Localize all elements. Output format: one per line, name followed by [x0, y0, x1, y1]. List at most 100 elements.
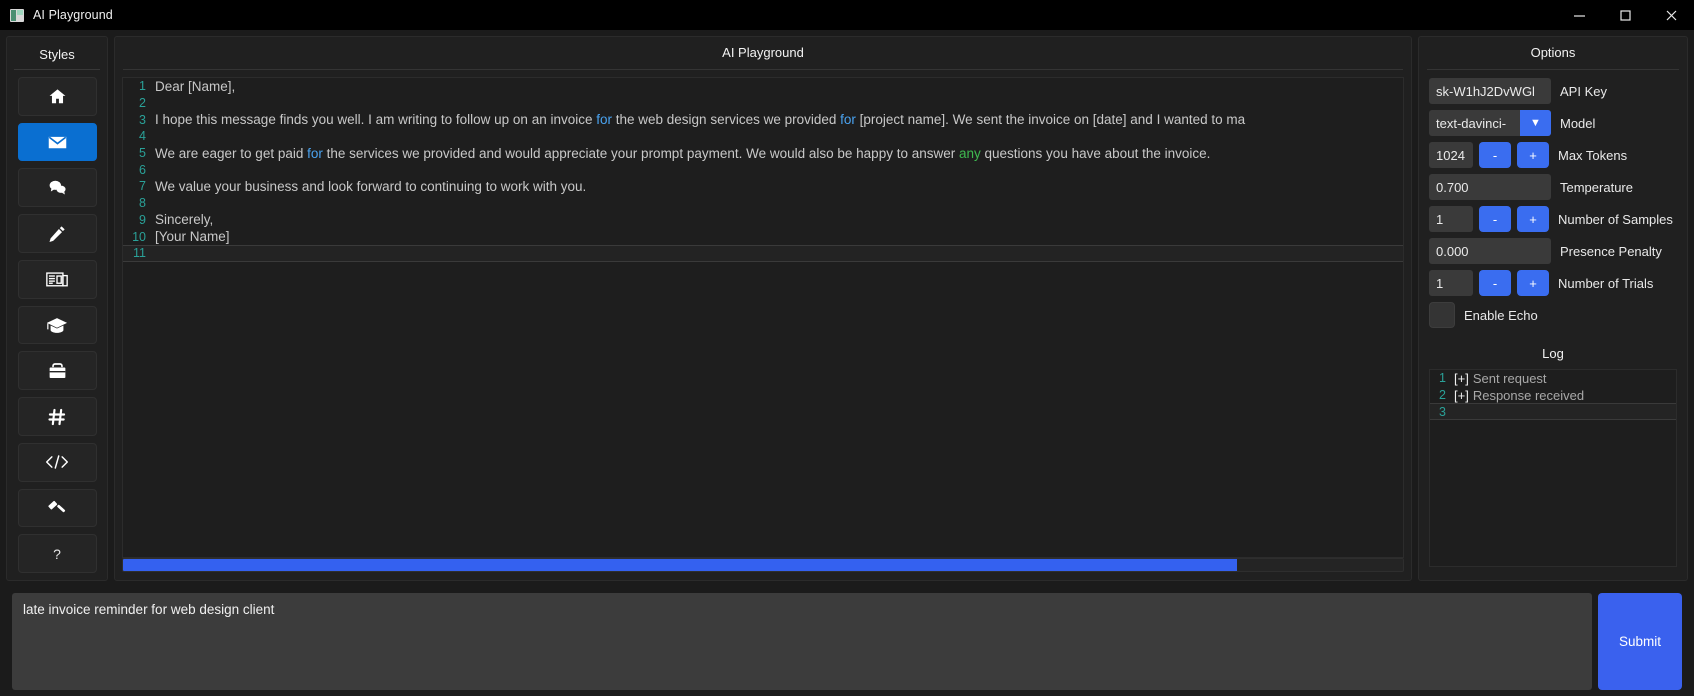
log-expand-marker[interactable]: [+]: [1454, 371, 1469, 386]
sidebar-item-business[interactable]: [17, 351, 97, 391]
editor-line-number: 9: [139, 212, 146, 227]
window-title: AI Playground: [33, 8, 113, 22]
log-box[interactable]: 1 [+] Sent request 2 [+] Response received 3: [1429, 369, 1677, 567]
log-line-number: 2: [1439, 388, 1446, 403]
sidebar-item-social[interactable]: [17, 397, 97, 436]
editor-line: 1 Dear [Name],: [123, 78, 1403, 95]
submit-button[interactable]: Submit: [1598, 593, 1682, 690]
sidebar-item-help[interactable]: ?: [17, 534, 97, 574]
log-line: 1 [+] Sent request: [1430, 370, 1676, 387]
presence-penalty-input[interactable]: [1429, 238, 1551, 264]
editor-line: 2: [123, 95, 1403, 112]
max-tokens-decrement[interactable]: -: [1479, 142, 1511, 168]
window-titlebar: AI Playground: [0, 0, 1694, 30]
hashtag-icon: [47, 407, 67, 427]
editor-line: 4: [123, 128, 1403, 145]
max-tokens-increment[interactable]: +: [1517, 142, 1549, 168]
prompt-bar: late invoice reminder for web design cli…: [6, 587, 1688, 696]
row-max-tokens: - + Max Tokens: [1429, 142, 1677, 168]
number-of-samples-increment[interactable]: +: [1517, 206, 1549, 232]
row-enable-echo: Enable Echo: [1429, 302, 1677, 328]
sidebar-title: Styles: [39, 47, 75, 62]
editor-line: 8: [123, 195, 1403, 212]
editor-line-text: We value your business and look forward …: [155, 178, 587, 194]
text-editor[interactable]: 1 Dear [Name], 2 3 I hope this message finds…: [122, 77, 1404, 558]
number-of-trials-label: Number of Trials: [1558, 275, 1654, 291]
sidebar-item-write[interactable]: [17, 214, 97, 253]
prompt-input[interactable]: late invoice reminder for web design cli…: [12, 593, 1592, 690]
editor-line-number: 5: [139, 146, 146, 161]
envelope-icon: [47, 132, 68, 153]
log-expand-marker[interactable]: [+]: [1454, 388, 1469, 403]
pencil-icon: [47, 224, 67, 244]
sidebar-item-home[interactable]: [17, 77, 97, 116]
main-columns: Styles ? AI Playground 1 Dear [Name], 2 …: [6, 36, 1688, 581]
row-temperature: Temperature: [1429, 174, 1677, 200]
gavel-icon: [46, 497, 68, 518]
app-icon: [10, 8, 24, 22]
number-of-samples-decrement[interactable]: -: [1479, 206, 1511, 232]
editor-panel: AI Playground 1 Dear [Name], 2 3 I hope this…: [114, 36, 1412, 581]
model-label: Model: [1560, 115, 1596, 131]
model-select[interactable]: ▼: [1429, 110, 1551, 136]
editor-line-number: 10: [132, 229, 146, 244]
temperature-input[interactable]: [1429, 174, 1551, 200]
log-line: 3: [1430, 403, 1676, 421]
enable-echo-label: Enable Echo: [1464, 307, 1538, 323]
api-key-input[interactable]: [1429, 78, 1551, 104]
temperature-label: Temperature: [1560, 179, 1633, 195]
log-line-text: Response received: [1472, 387, 1585, 403]
editor-line-number: 8: [139, 196, 146, 211]
editor-line-number: 1: [139, 79, 146, 94]
sidebar-item-chat[interactable]: [17, 168, 97, 208]
sidebar-divider: [14, 69, 100, 70]
log-line: 2 [+] Response received: [1430, 387, 1676, 404]
editor-wrapper: 1 Dear [Name], 2 3 I hope this message finds…: [115, 70, 1411, 558]
log-title: Log: [1542, 346, 1564, 361]
number-of-trials-decrement[interactable]: -: [1479, 270, 1511, 296]
options-title: Options: [1530, 45, 1576, 60]
progress-bar: [122, 558, 1404, 572]
sidebar-item-code[interactable]: [17, 442, 97, 482]
enable-echo-checkbox[interactable]: [1429, 302, 1455, 328]
editor-line: 10 [Your Name]: [123, 228, 1403, 245]
sidebar-item-legal[interactable]: [17, 488, 97, 528]
api-key-label: API Key: [1560, 83, 1607, 99]
sidebar-item-academic[interactable]: [17, 305, 97, 345]
close-icon[interactable]: [1648, 0, 1694, 30]
options-panel: Options API Key ▼ Model - +: [1418, 36, 1688, 581]
row-api-key: API Key: [1429, 78, 1677, 104]
editor-line-number: 11: [133, 246, 146, 261]
row-number-of-samples: - + Number of Samples: [1429, 206, 1677, 232]
max-tokens-input[interactable]: [1429, 142, 1473, 168]
editor-line-text: We are eager to get paid for the service…: [155, 145, 1211, 161]
sidebar-item-news[interactable]: [17, 259, 97, 299]
row-number-of-trials: - + Number of Trials: [1429, 270, 1677, 296]
log-line-number: 3: [1439, 404, 1446, 419]
presence-penalty-label: Presence Penalty: [1560, 243, 1662, 259]
log-line-number: 1: [1439, 371, 1446, 386]
editor-line-number: 2: [139, 96, 146, 111]
editor-line-number: 3: [139, 112, 146, 127]
briefcase-icon: [47, 361, 68, 381]
editor-line-text: Dear [Name],: [155, 78, 236, 94]
minimize-icon[interactable]: [1556, 0, 1602, 30]
graduation-cap-icon: [46, 316, 68, 335]
editor-line: 5 We are eager to get paid for the servic…: [123, 145, 1403, 162]
chevron-down-icon[interactable]: ▼: [1520, 110, 1551, 136]
editor-panel-title: AI Playground: [722, 45, 804, 60]
editor-line: 9 Sincerely,: [123, 212, 1403, 229]
code-icon: [45, 452, 69, 472]
number-of-samples-input[interactable]: [1429, 206, 1473, 232]
editor-line: 11: [123, 244, 1403, 262]
editor-line: 6: [123, 161, 1403, 178]
number-of-trials-input[interactable]: [1429, 270, 1473, 296]
sidebar-item-email[interactable]: [17, 122, 97, 162]
app-body: Styles ? AI Playground 1 Dear [Name], 2 …: [0, 30, 1694, 696]
number-of-trials-increment[interactable]: +: [1517, 270, 1549, 296]
options-divider: [1427, 69, 1679, 70]
max-tokens-label: Max Tokens: [1558, 147, 1628, 163]
maximize-icon[interactable]: [1602, 0, 1648, 30]
newspaper-icon: [46, 269, 68, 289]
row-presence-penalty: Presence Penalty: [1429, 238, 1677, 264]
